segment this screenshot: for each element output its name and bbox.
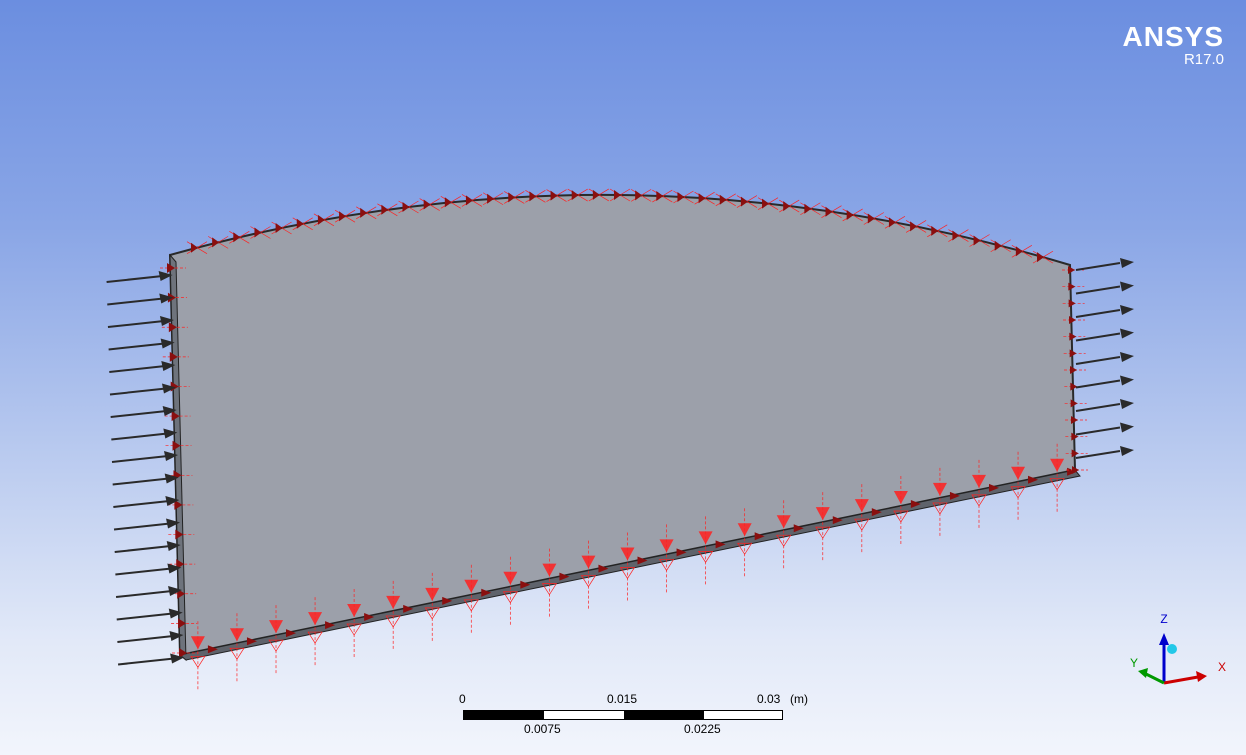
force-arrow-shaft bbox=[117, 635, 174, 643]
force-arrow-shaft bbox=[114, 545, 171, 553]
force-arrow-shaft bbox=[106, 275, 163, 283]
force-arrow-shaft bbox=[112, 477, 169, 486]
force-arrow-shaft bbox=[1075, 379, 1121, 389]
force-arrow-shaft bbox=[109, 387, 167, 396]
force-arrow-shaft bbox=[1075, 450, 1121, 459]
z-label: Z bbox=[1160, 612, 1167, 626]
force-arrowhead bbox=[1120, 281, 1134, 292]
force-arrowhead bbox=[1120, 305, 1134, 315]
plate-face[interactable] bbox=[168, 193, 1077, 657]
force-arrowhead bbox=[1120, 446, 1134, 456]
logo-version: R17.0 bbox=[1183, 51, 1224, 68]
force-arrow-shaft bbox=[117, 657, 175, 666]
support-marker bbox=[1069, 316, 1076, 324]
y-arrowhead bbox=[1138, 668, 1148, 678]
force-arrow-shaft bbox=[110, 410, 167, 418]
force-arrowhead bbox=[1120, 399, 1134, 409]
force-arrow-shaft bbox=[115, 567, 172, 576]
force-arrow-shaft bbox=[1075, 309, 1121, 318]
force-arrow-shaft bbox=[1075, 356, 1121, 365]
z-arrowhead bbox=[1159, 633, 1169, 645]
support-marker bbox=[1068, 282, 1076, 291]
force-arrow-shaft bbox=[115, 590, 173, 598]
x-arrowhead bbox=[1196, 671, 1207, 682]
force-arrow-shaft bbox=[1075, 262, 1121, 271]
force-arrow-shaft bbox=[111, 455, 169, 463]
x-axis bbox=[1163, 675, 1199, 685]
iso-ball-icon[interactable] bbox=[1167, 644, 1177, 654]
force-arrow-shaft bbox=[113, 522, 171, 531]
force-arrow-shaft bbox=[1075, 426, 1121, 436]
coordinate-triad[interactable]: Z X Y bbox=[1120, 605, 1230, 690]
support-marker bbox=[1068, 299, 1076, 308]
force-arrow-shaft bbox=[116, 612, 173, 621]
force-arrow-shaft bbox=[1075, 285, 1121, 295]
force-arrowhead bbox=[1120, 422, 1134, 433]
graphics-viewport[interactable]: ANSYS R17.0 0 0.015 0.03 (m) 0.0075 0.02… bbox=[0, 0, 1246, 755]
force-arrow-shaft bbox=[107, 297, 164, 306]
force-arrow-shaft bbox=[108, 342, 165, 351]
model-scene[interactable] bbox=[0, 0, 1246, 755]
y-axis bbox=[1143, 671, 1165, 685]
force-arrow-shaft bbox=[113, 500, 170, 508]
force-arrow-shaft bbox=[1075, 332, 1121, 342]
support-marker bbox=[1068, 266, 1075, 274]
force-arrowhead bbox=[1120, 375, 1134, 386]
force-arrow-shaft bbox=[109, 365, 166, 373]
support-marker bbox=[1069, 332, 1077, 341]
force-arrowhead bbox=[1120, 352, 1134, 362]
force-arrowhead bbox=[1120, 258, 1134, 268]
y-label: Y bbox=[1130, 656, 1138, 670]
force-arrow-shaft bbox=[107, 320, 165, 328]
ansys-logo: ANSYS R17.0 bbox=[1123, 22, 1224, 68]
force-arrows-right bbox=[1075, 258, 1134, 459]
force-arrowhead bbox=[1120, 328, 1134, 339]
logo-brand: ANSYS bbox=[1122, 21, 1224, 52]
force-arrow-shaft bbox=[1075, 403, 1121, 412]
force-arrow-shaft bbox=[111, 432, 168, 441]
x-label: X bbox=[1218, 660, 1226, 674]
